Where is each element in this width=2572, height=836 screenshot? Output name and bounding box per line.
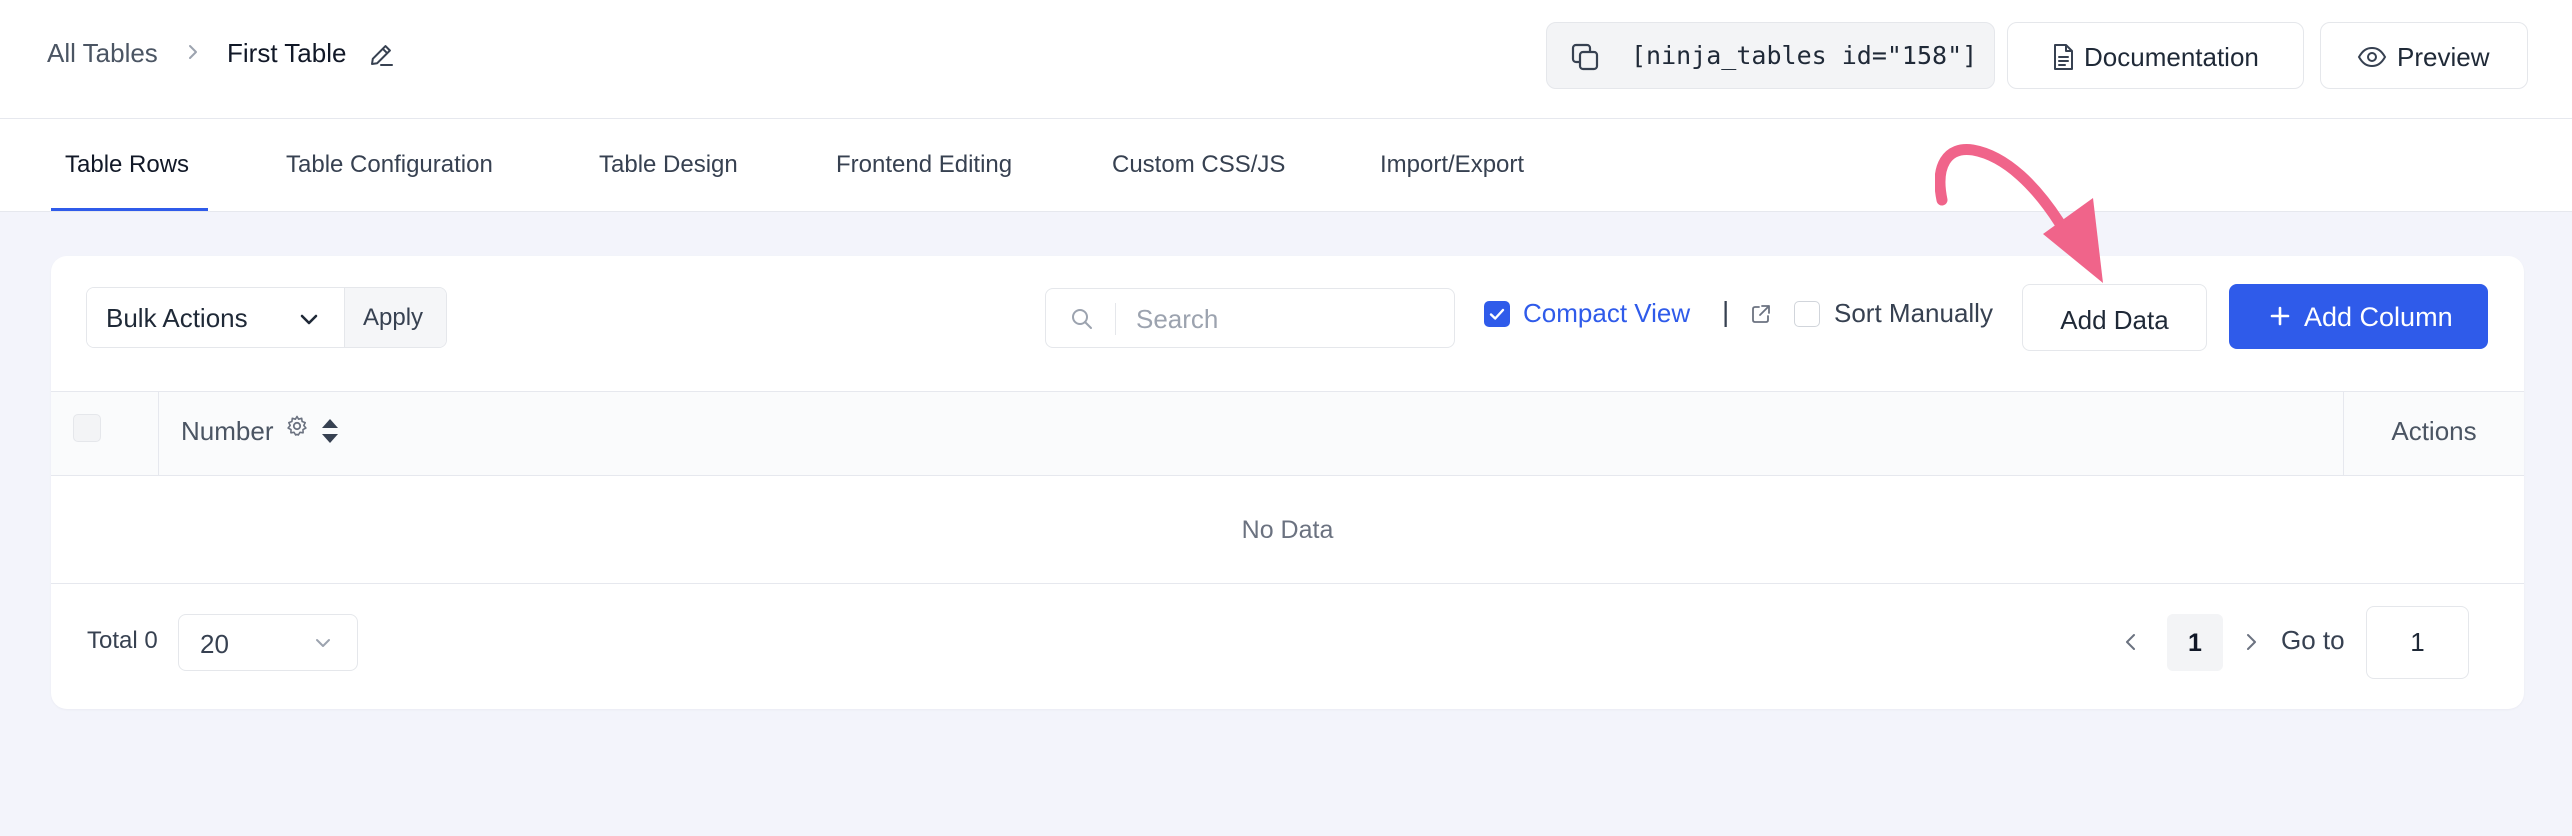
go-to-label: Go to: [2281, 625, 2345, 655]
tab-import-export[interactable]: Import/Export: [1380, 151, 1524, 179]
total-count: Total 0: [87, 627, 158, 654]
empty-table-row: No Data: [51, 476, 2524, 584]
add-data-button[interactable]: Add Data: [2022, 284, 2207, 351]
shortcode-copy-box[interactable]: [ninja_tables id="158"]: [1546, 22, 1995, 89]
sort-manually-label[interactable]: Sort Manually: [1834, 298, 1993, 329]
table-rows-card: Bulk Actions Apply Compact View | Sort M…: [51, 256, 2524, 709]
copy-icon: [1571, 43, 1599, 71]
add-column-button[interactable]: Add Column: [2229, 284, 2488, 349]
search-input[interactable]: [1136, 299, 1436, 339]
apply-label: Apply: [363, 304, 424, 331]
shortcode-text: [ninja_tables id="158"]: [1631, 41, 1978, 70]
select-all-checkbox[interactable]: [73, 414, 101, 442]
checkmark-icon: [1489, 308, 1505, 320]
page-size-value: 20: [200, 629, 229, 659]
plus-icon: [2270, 306, 2290, 326]
bulk-actions-label: Bulk Actions: [106, 303, 248, 333]
tab-custom-css-js[interactable]: Custom CSS/JS: [1112, 151, 1285, 179]
chevron-down-icon: [300, 314, 318, 325]
documentation-label: Documentation: [2084, 42, 2259, 72]
sort-icon[interactable]: [319, 417, 341, 445]
breadcrumb-current-table: First Table: [227, 38, 347, 68]
compact-view-checkbox[interactable]: [1484, 301, 1510, 327]
bulk-actions-group: Bulk Actions Apply: [86, 287, 447, 348]
tab-bar: Table Rows Table Configuration Table Des…: [0, 119, 2572, 212]
gear-icon[interactable]: [285, 414, 309, 438]
breadcrumb-all-tables[interactable]: All Tables: [47, 38, 158, 69]
document-icon: [2054, 44, 2073, 70]
tab-table-design[interactable]: Table Design: [599, 151, 738, 179]
top-bar: All Tables First Table [ninja_tables id=…: [0, 0, 2572, 119]
no-data-text: No Data: [1241, 516, 1334, 544]
tab-table-configuration[interactable]: Table Configuration: [286, 151, 493, 179]
chevron-down-icon: [316, 639, 330, 647]
tab-frontend-editing[interactable]: Frontend Editing: [836, 151, 1012, 179]
add-column-label: Add Column: [2304, 302, 2453, 332]
pagination-page-1[interactable]: 1: [2167, 614, 2223, 671]
search-icon: [1072, 309, 1092, 329]
chevron-right-icon: [189, 45, 197, 59]
toolbar-divider: |: [1722, 296, 1730, 327]
preview-label: Preview: [2397, 42, 2490, 72]
apply-button[interactable]: Apply: [344, 288, 446, 347]
tab-table-rows[interactable]: Table Rows: [65, 151, 189, 179]
eye-icon: [2357, 46, 2387, 68]
active-tab-indicator: [51, 208, 208, 211]
search-divider: [1115, 303, 1116, 335]
search-box: [1045, 288, 1455, 348]
column-header-number[interactable]: Number: [181, 416, 273, 447]
compact-view-label[interactable]: Compact View: [1523, 298, 1690, 329]
bulk-actions-select[interactable]: Bulk Actions: [87, 288, 344, 347]
go-to-page-input[interactable]: [2366, 606, 2469, 679]
column-divider: [158, 392, 159, 475]
column-header-actions: Actions: [2391, 416, 2477, 446]
documentation-button[interactable]: Documentation: [2007, 22, 2304, 89]
external-link-icon[interactable]: [1748, 301, 1774, 327]
chevron-left-icon[interactable]: [2121, 630, 2141, 654]
table-header: Number Actions: [51, 391, 2524, 476]
current-page-number: 1: [2188, 629, 2202, 657]
sort-manually-checkbox[interactable]: [1794, 301, 1820, 327]
chevron-right-icon[interactable]: [2241, 630, 2261, 654]
pencil-icon[interactable]: [366, 40, 396, 70]
preview-button[interactable]: Preview: [2320, 22, 2528, 89]
add-data-label: Add Data: [2060, 305, 2169, 335]
page-size-select[interactable]: 20: [178, 614, 358, 671]
